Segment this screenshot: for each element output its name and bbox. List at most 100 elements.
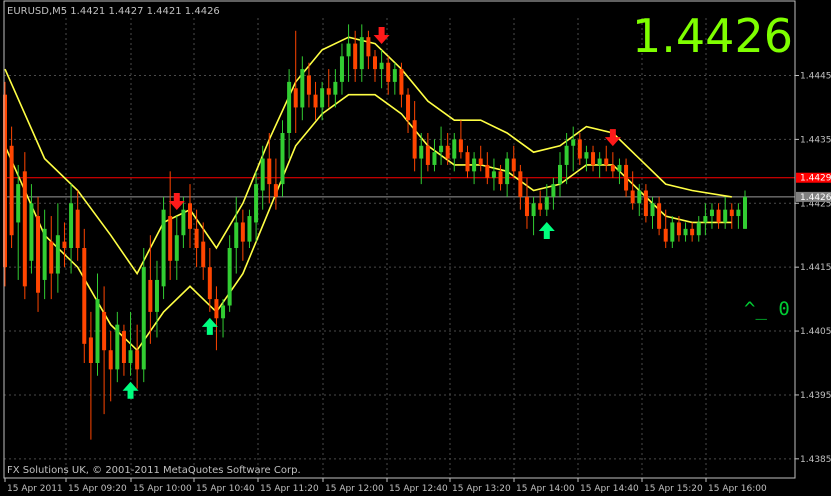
candle-body (690, 228, 695, 236)
candle-body (564, 145, 569, 165)
y-tick-label: 1.4445 (800, 72, 831, 82)
candle-body (743, 196, 747, 229)
candle-body (49, 241, 54, 274)
candle-body (260, 158, 265, 191)
x-tick-label: 15 Apr 12:40 (389, 484, 448, 494)
candle-body (227, 248, 232, 306)
candle-body (412, 120, 417, 159)
candle-body (267, 158, 272, 185)
candle-body (676, 222, 681, 236)
candle-body (221, 305, 226, 319)
x-tick-label: 15 Apr 12:00 (325, 484, 384, 494)
y-tick-label: 1.4395 (800, 391, 831, 401)
candle-body (419, 145, 424, 159)
candle-body (353, 43, 358, 70)
candle-body (386, 62, 391, 82)
candle-body (121, 331, 126, 363)
candle-body (234, 222, 239, 248)
candle-body (657, 203, 662, 229)
candle-body (42, 228, 47, 280)
candle-body (254, 184, 259, 223)
price-chart[interactable]: 1.44451.44351.44251.44151.44051.43951.43… (0, 0, 831, 496)
candle-body (458, 139, 463, 153)
candle-body (287, 81, 292, 133)
candle-body (75, 209, 80, 248)
x-tick-label: 15 Apr 13:20 (452, 484, 511, 494)
x-tick-label: 15 Apr 10:00 (133, 484, 192, 494)
candle-body (723, 209, 728, 223)
candle-body (538, 203, 543, 210)
candle-body (108, 350, 113, 370)
candle-body (339, 56, 344, 82)
candle-body (445, 145, 450, 159)
candle-body (29, 203, 34, 261)
x-tick-label: 15 Apr 14:00 (516, 484, 575, 494)
x-tick-label: 15 Apr 2011 (7, 484, 63, 494)
candle-body (174, 235, 179, 261)
candle-body (22, 171, 27, 287)
candle-body (293, 88, 298, 108)
candle-body (716, 209, 721, 223)
candle-body (696, 222, 701, 236)
candle-body (128, 350, 133, 363)
candle-body (736, 209, 741, 217)
candle-body (135, 350, 140, 370)
bid-price-label: 1.4429 (800, 174, 831, 184)
candle-body (544, 196, 549, 210)
candle-body (584, 152, 589, 159)
candle-body (326, 88, 331, 95)
candle-body (406, 94, 411, 121)
candle-body (194, 228, 199, 248)
x-tick-label: 15 Apr 16:00 (708, 484, 767, 494)
candle-body (69, 203, 74, 248)
candle-body (16, 184, 21, 223)
candle-body (240, 222, 245, 242)
candle-body (663, 228, 668, 242)
x-tick-label: 15 Apr 14:40 (580, 484, 639, 494)
candle-body (505, 158, 510, 185)
candle-body (313, 94, 318, 108)
y-tick-label: 1.4405 (800, 327, 831, 337)
candle-body (630, 190, 635, 204)
candle-body (558, 164, 562, 185)
x-tick-label: 15 Apr 09:20 (68, 484, 127, 494)
candle-body (62, 241, 67, 248)
candle-body (472, 158, 477, 172)
candle-body (214, 299, 219, 319)
candle-body (709, 209, 714, 217)
candle-body (498, 171, 503, 185)
candle-body (161, 209, 166, 287)
candle-body (280, 133, 285, 185)
candle-body (624, 164, 629, 191)
candle-body (181, 209, 186, 236)
x-tick-label: 15 Apr 15:20 (644, 484, 703, 494)
candle-body (300, 69, 305, 108)
candle-body (207, 267, 212, 300)
candle-body (392, 69, 397, 82)
candle-body (102, 311, 107, 351)
candle-body (637, 190, 642, 204)
candle-body (439, 145, 444, 153)
candle-body (485, 164, 490, 178)
candle-body (95, 299, 100, 363)
candle-body (577, 139, 582, 159)
candle-body (643, 190, 648, 217)
candle-body (524, 196, 529, 217)
candle-body (683, 228, 688, 236)
y-tick-label: 1.4385 (800, 455, 831, 465)
candle-body (320, 88, 325, 108)
candle-body (551, 184, 556, 197)
candle-body (465, 152, 470, 172)
corner-marker: ^_ 0 (744, 298, 790, 320)
big-price-display: 1.4426 (632, 9, 793, 63)
candle-body (729, 209, 734, 217)
candle-body (670, 222, 675, 242)
candle-body (617, 164, 622, 172)
candle-body (88, 337, 93, 363)
candle-body (366, 37, 371, 57)
y-tick-label: 1.4435 (800, 135, 831, 145)
candle-body (168, 216, 173, 261)
x-tick-label: 15 Apr 10:40 (196, 484, 255, 494)
candle-body (518, 171, 523, 197)
candle-body (571, 139, 576, 146)
